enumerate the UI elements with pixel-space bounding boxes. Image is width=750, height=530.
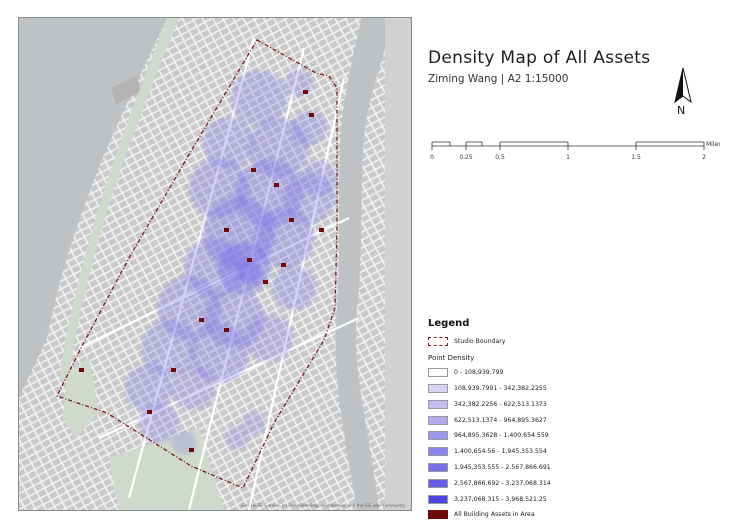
- scale-tick-label: 1: [566, 154, 570, 161]
- legend-assets-row: All Building Assets in Area: [428, 507, 628, 523]
- legend-boundary-row: Studio Boundary: [428, 334, 628, 350]
- class-swatch: [428, 415, 448, 425]
- map-frame[interactable]: Esri, HERE, Garmin, (c) OpenStreetMap co…: [18, 17, 412, 511]
- asset-building: [171, 368, 176, 372]
- map-subtitle: Ziming Wang | A2 1:15000: [428, 73, 569, 85]
- scale-tick-label: 0: [430, 154, 434, 161]
- boundary-swatch: [428, 337, 448, 347]
- class-label: 108,939.7991 - 342,382.2255: [454, 384, 547, 392]
- asset-building: [281, 263, 286, 267]
- class-swatch: [428, 447, 448, 457]
- boundary-label: Studio Boundary: [454, 338, 506, 346]
- asset-building: [274, 183, 279, 187]
- asset-building: [309, 113, 314, 117]
- density-blob: [301, 160, 337, 196]
- asset-building: [247, 258, 252, 262]
- map-attribution: Esri, HERE, Garmin, (c) OpenStreetMap co…: [241, 503, 405, 508]
- assets-swatch: [428, 510, 448, 520]
- density-blob: [272, 266, 316, 310]
- class-label: 342,382.2256 - 622,513.1373: [454, 400, 547, 408]
- density-classes: 0 - 108,939.799 108,939.7991 - 342,382.22…: [428, 365, 628, 507]
- scale-bar: 0 0.25 0.5 1 1.5 2Miles: [430, 141, 720, 161]
- density-blob: [172, 366, 216, 410]
- class-label: 964,895.3628 - 1,400,654.559: [454, 432, 549, 440]
- asset-building: [303, 90, 308, 94]
- legend-class-row: 2,567,866.692 - 3,237,068.314: [428, 475, 628, 491]
- legend-class-row: 342,382.2256 - 622,513.1373: [428, 396, 628, 412]
- scale-unit: Miles: [706, 141, 720, 148]
- asset-building: [251, 168, 256, 172]
- class-label: 1,400,654.56 - 1,945,353.554: [454, 448, 547, 456]
- legend-class-row: 964,895.3628 - 1,400,654.559: [428, 428, 628, 444]
- asset-building: [147, 410, 152, 414]
- legend-class-row: 0 - 108,939.799: [428, 365, 628, 381]
- legend: Legend Studio Boundary Point Density 0 -…: [428, 318, 628, 523]
- scale-tick-label: 0.5: [495, 154, 505, 161]
- asset-building: [224, 228, 229, 232]
- density-map[interactable]: [19, 18, 411, 510]
- class-label: 1,945,353.555 - 2,567,866.691: [454, 463, 551, 471]
- class-label: 2,567,866.692 - 3,237,068.314: [454, 479, 551, 487]
- asset-building: [263, 280, 268, 284]
- class-swatch: [428, 399, 448, 409]
- class-label: 622,513.1374 - 964,895.3627: [454, 416, 547, 424]
- assets-label: All Building Assets in Area: [454, 511, 535, 519]
- legend-class-row: 1,400,654.56 - 1,945,353.554: [428, 444, 628, 460]
- asset-building: [319, 228, 324, 232]
- legend-title: Legend: [428, 318, 470, 329]
- density-title: Point Density: [428, 353, 475, 362]
- density-blob: [231, 70, 287, 126]
- scale-tick-label: 0.25: [459, 154, 473, 161]
- density-blob: [237, 261, 261, 285]
- density-blob: [245, 314, 293, 362]
- scale-tick-label: 2: [702, 154, 706, 161]
- class-swatch: [428, 494, 448, 504]
- class-swatch: [428, 368, 448, 378]
- class-label: 0 - 108,939.799: [454, 369, 504, 377]
- legend-class-row: 622,513.1374 - 964,895.3627: [428, 412, 628, 428]
- bronx-land: [385, 18, 411, 510]
- legend-class-row: 3,237,068.315 - 3,968,521.25: [428, 491, 628, 507]
- class-swatch: [428, 383, 448, 393]
- density-blob: [139, 403, 179, 443]
- asset-building: [289, 218, 294, 222]
- scale-tick-label: 1.5: [631, 154, 641, 161]
- legend-class-row: 1,945,353.555 - 2,567,866.691: [428, 460, 628, 476]
- asset-building: [224, 328, 229, 332]
- asset-building: [79, 368, 84, 372]
- density-blob: [285, 69, 313, 97]
- scale-bar-line: [431, 141, 705, 150]
- density-blob: [225, 426, 249, 450]
- map-title: Density Map of All Assets: [428, 48, 651, 68]
- north-label: N: [677, 104, 686, 117]
- legend-class-row: 108,939.7991 - 342,382.2255: [428, 381, 628, 397]
- asset-building: [189, 448, 194, 452]
- class-swatch: [428, 478, 448, 488]
- class-swatch: [428, 431, 448, 441]
- asset-building: [199, 318, 204, 322]
- class-label: 3,237,068.315 - 3,968,521.25: [454, 495, 547, 503]
- class-swatch: [428, 462, 448, 472]
